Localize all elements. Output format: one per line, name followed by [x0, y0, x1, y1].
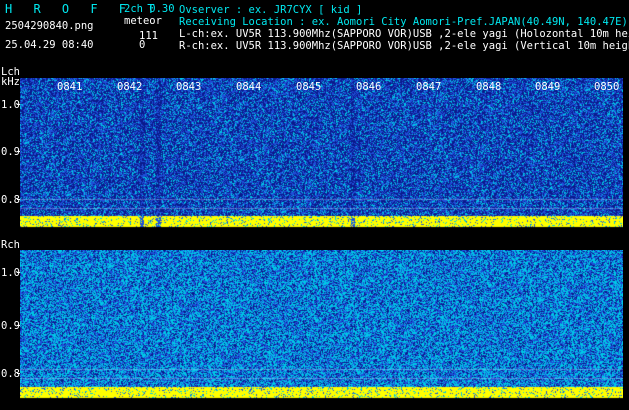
mode-label: 2ch 0.30 — [124, 3, 175, 15]
time-label: 0844 — [236, 81, 262, 93]
time-label: 0848 — [476, 81, 502, 93]
lch-waterfall — [20, 78, 623, 230]
lch-info-line: L-ch:ex. UV5R 113.900Mhz(SAPPORO VOR)USB… — [179, 28, 629, 40]
rch-waterfall — [20, 250, 623, 401]
timestamp: 25.04.29 08:40 — [5, 39, 94, 51]
rch-ytick-3: 0.8 — [1, 368, 20, 380]
rch-ytick-2: 0.9 — [1, 320, 20, 332]
type-label: meteor — [124, 15, 162, 27]
time-label: 0842 — [117, 81, 143, 93]
time-label: 0845 — [296, 81, 322, 93]
count-rch: 0 — [139, 39, 146, 51]
lch-ytick-3: 0.8 — [1, 194, 20, 206]
time-label: 0847 — [416, 81, 442, 93]
time-label: 0850 — [594, 81, 620, 93]
observer-line: Ovserver : ex. JR7CYX [ kid ] — [179, 4, 363, 16]
rch-label: Rch — [1, 239, 20, 251]
rch-ytick-1: 1.0 — [1, 267, 20, 279]
lch-ytick-1: 1.0 — [1, 99, 20, 111]
time-label: 0843 — [176, 81, 202, 93]
rch-info-line: R-ch:ex. UV5R 113.900Mhz(SAPPORO VOR)USB… — [179, 40, 629, 52]
lch-ytick-2: 0.9 — [1, 146, 20, 158]
time-label: 0841 — [57, 81, 83, 93]
lch-unit-label: kHz — [1, 76, 20, 88]
file-name: 2504290840.png — [5, 20, 94, 32]
time-label: 0846 — [356, 81, 382, 93]
time-label: 0849 — [535, 81, 561, 93]
location-line: Receiving Location : ex. Aomori City Aom… — [179, 16, 628, 28]
